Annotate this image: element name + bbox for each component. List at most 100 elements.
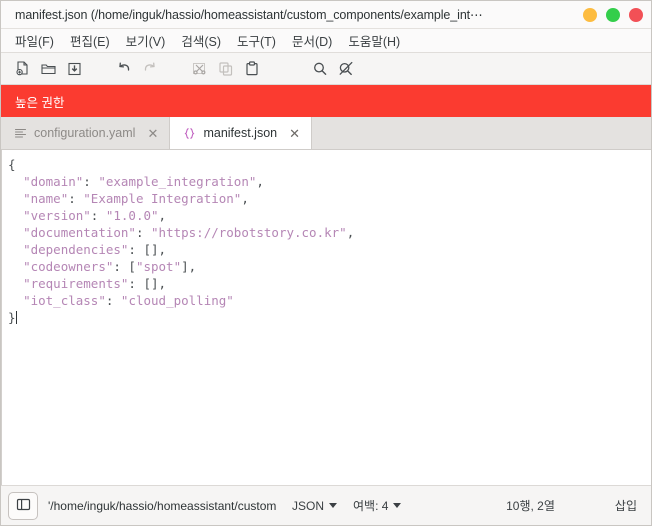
code-token: } bbox=[8, 310, 16, 325]
code-line: "dependencies": [], bbox=[8, 242, 166, 257]
tab-label: manifest.json bbox=[203, 126, 278, 140]
indent-dropdown[interactable]: 여백: 4 bbox=[353, 497, 402, 514]
copy-icon bbox=[217, 60, 235, 78]
toolbar bbox=[1, 53, 651, 85]
code-token: "domain" bbox=[23, 174, 84, 189]
menu-help[interactable]: 도움말(H) bbox=[340, 29, 408, 52]
title-bar: manifest.json (/home/inguk/hassio/homeas… bbox=[1, 1, 651, 29]
text-cursor bbox=[15, 311, 17, 324]
chevron-down-icon bbox=[393, 503, 402, 508]
code-token: , bbox=[346, 225, 355, 240]
insert-mode: 삽입 bbox=[614, 499, 637, 513]
code-token: "Example Integration" bbox=[83, 191, 242, 206]
code-token: : bbox=[135, 225, 152, 240]
cursor-position: 10행, 2열 bbox=[506, 499, 555, 513]
code-line: "name": "Example Integration", bbox=[8, 191, 249, 206]
code-token: "version" bbox=[23, 208, 91, 223]
code-token: ], bbox=[181, 259, 197, 274]
cut-button bbox=[187, 56, 213, 82]
code-token: "iot_class" bbox=[23, 293, 106, 308]
code-line: "codeowners": ["spot"], bbox=[8, 259, 196, 274]
replace-icon bbox=[337, 60, 355, 78]
code-token: { bbox=[8, 157, 16, 172]
replace-button[interactable] bbox=[333, 56, 359, 82]
elevated-privilege-banner: 높은 권한 bbox=[1, 85, 651, 117]
menu-documents[interactable]: 문서(D) bbox=[284, 29, 340, 52]
tab-close-button[interactable]: ✕ bbox=[146, 127, 159, 140]
new-file-button[interactable] bbox=[9, 56, 35, 82]
save-button[interactable] bbox=[61, 56, 87, 82]
copy-button bbox=[213, 56, 239, 82]
paste-button[interactable] bbox=[239, 56, 265, 82]
menu-tools[interactable]: 도구(T) bbox=[229, 29, 284, 52]
save-icon bbox=[66, 60, 83, 77]
menu-file[interactable]: 파일(F) bbox=[7, 29, 62, 52]
code-line: "requirements": [], bbox=[8, 276, 166, 291]
code-token: , bbox=[158, 208, 167, 223]
tab-configuration-yaml[interactable]: configuration.yaml ✕ bbox=[1, 117, 171, 149]
code-token: "codeowners" bbox=[23, 259, 114, 274]
tab-manifest-json[interactable]: manifest.json ✕ bbox=[170, 117, 313, 149]
code-token: , bbox=[256, 174, 264, 189]
search-icon bbox=[311, 60, 329, 78]
redo-button bbox=[137, 56, 163, 82]
open-folder-icon bbox=[40, 60, 57, 77]
code-line: "iot_class": "cloud_polling" bbox=[8, 293, 234, 308]
menu-search[interactable]: 검색(S) bbox=[173, 29, 229, 52]
tab-label: configuration.yaml bbox=[34, 126, 136, 140]
yaml-lines-icon bbox=[13, 126, 27, 140]
maximize-button[interactable] bbox=[606, 7, 620, 22]
cut-icon bbox=[191, 60, 209, 78]
code-line: { bbox=[8, 157, 16, 172]
code-content[interactable]: { "domain": "example_integration", "name… bbox=[2, 150, 651, 326]
chevron-down-icon bbox=[329, 503, 338, 508]
paste-icon bbox=[243, 60, 261, 78]
code-line: "domain": "example_integration", bbox=[8, 174, 264, 189]
code-token: "cloud_polling" bbox=[120, 293, 234, 308]
sidebar-toggle-icon bbox=[16, 497, 31, 515]
search-button[interactable] bbox=[307, 56, 333, 82]
editor-area[interactable]: { "domain": "example_integration", "name… bbox=[1, 150, 651, 485]
code-token: : [], bbox=[128, 276, 167, 291]
json-braces-icon bbox=[182, 126, 196, 140]
file-path: '/home/inguk/hassio/homeassistant/custom… bbox=[48, 498, 276, 513]
sidebar-toggle-button[interactable] bbox=[8, 491, 38, 520]
window-controls bbox=[583, 7, 643, 22]
code-token: : bbox=[83, 174, 99, 189]
code-token: "example_integration" bbox=[98, 174, 257, 189]
code-token: : bbox=[68, 191, 84, 206]
code-token: "requirements" bbox=[23, 276, 129, 291]
code-token: "dependencies" bbox=[23, 242, 129, 257]
code-token: "spot" bbox=[135, 259, 182, 274]
tab-strip: configuration.yaml ✕ manifest.json ✕ bbox=[1, 117, 651, 150]
close-button[interactable] bbox=[629, 7, 643, 22]
new-file-icon bbox=[14, 60, 31, 77]
syntax-dropdown[interactable]: JSON bbox=[292, 498, 338, 513]
code-token: : bbox=[90, 208, 106, 223]
indent-label: 여백: 4 bbox=[353, 499, 389, 513]
menu-bar: 파일(F) 편집(E) 보기(V) 검색(S) 도구(T) 문서(D) 도움말(… bbox=[1, 29, 651, 53]
code-line: "version": "1.0.0", bbox=[8, 208, 166, 223]
code-token: "1.0.0" bbox=[105, 208, 159, 223]
code-token: : [], bbox=[128, 242, 167, 257]
undo-icon bbox=[115, 60, 133, 78]
status-bar: '/home/inguk/hassio/homeassistant/custom… bbox=[1, 485, 651, 525]
code-token: , bbox=[241, 191, 249, 206]
redo-icon bbox=[141, 60, 159, 78]
menu-view[interactable]: 보기(V) bbox=[118, 29, 174, 52]
syntax-label: JSON bbox=[292, 498, 325, 513]
tab-close-button[interactable]: ✕ bbox=[288, 127, 301, 140]
code-token: "documentation" bbox=[23, 225, 136, 240]
minimize-button[interactable] bbox=[583, 7, 597, 22]
code-line: "documentation": "https://robotstory.co.… bbox=[8, 225, 354, 240]
undo-button[interactable] bbox=[111, 56, 137, 82]
code-token: : bbox=[105, 293, 121, 308]
code-line: } bbox=[8, 310, 17, 325]
window-title: manifest.json (/home/inguk/hassio/homeas… bbox=[15, 8, 483, 22]
code-token: : [ bbox=[113, 259, 136, 274]
menu-edit[interactable]: 편집(E) bbox=[62, 29, 118, 52]
open-folder-button[interactable] bbox=[35, 56, 61, 82]
code-token: "https://robotstory.co.kr" bbox=[151, 225, 347, 240]
code-token: "name" bbox=[23, 191, 69, 206]
text-editor-window: manifest.json (/home/inguk/hassio/homeas… bbox=[0, 0, 652, 526]
